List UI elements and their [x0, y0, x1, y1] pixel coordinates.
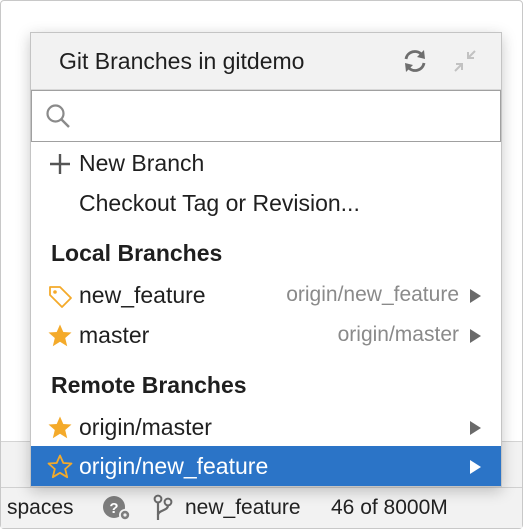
new-branch-label: New Branch	[79, 150, 205, 176]
inspection-profile-widget[interactable]: ?	[99, 488, 133, 528]
current-branch-label: new_feature	[185, 496, 301, 519]
tracking-branch-label: origin/new_feature	[286, 283, 459, 306]
submenu-arrow-icon	[470, 421, 481, 435]
svg-text:?: ?	[109, 500, 118, 517]
branch-search-box[interactable]	[31, 90, 501, 142]
collapse-icon[interactable]	[451, 47, 479, 75]
remote-branch-origin-master[interactable]: origin/master	[31, 407, 501, 447]
memory-label: 46 of 8000M	[331, 496, 448, 519]
branch-label: origin/new_feature	[79, 453, 269, 479]
star-filled-icon	[48, 416, 72, 439]
local-branches-heading: Local Branches	[51, 240, 223, 266]
star-outline-icon	[47, 454, 73, 479]
submenu-arrow-icon	[470, 289, 481, 303]
popup-title: Git Branches in gitdemo	[59, 48, 305, 74]
local-branch-master[interactable]: master origin/master	[31, 315, 501, 355]
search-input[interactable]	[80, 99, 484, 133]
remote-branch-origin-new-feature[interactable]: origin/new_feature	[31, 446, 501, 486]
status-bar: spaces ? new_feature 46 of 8000M	[1, 487, 522, 528]
popup-header: Git Branches in gitdemo	[31, 33, 501, 90]
indent-widget[interactable]: spaces	[7, 488, 74, 528]
remote-branches-heading: Remote Branches	[51, 372, 247, 398]
new-branch-action[interactable]: New Branch	[31, 143, 501, 183]
refresh-icon[interactable]	[401, 47, 429, 75]
inspection-icon: ?	[103, 496, 131, 521]
tag-icon	[49, 286, 72, 308]
branch-label: origin/master	[79, 414, 212, 440]
search-icon	[46, 104, 70, 128]
submenu-arrow-icon	[470, 460, 481, 474]
git-branches-popup: Git Branches in gitdemo New Branch Check…	[30, 32, 502, 487]
submenu-arrow-icon	[470, 329, 481, 343]
git-branch-icon	[153, 494, 173, 520]
plus-icon	[50, 154, 70, 174]
local-branch-new-feature[interactable]: new_feature origin/new_feature	[31, 275, 501, 315]
branch-label: new_feature	[79, 282, 206, 308]
checkout-tag-label: Checkout Tag or Revision...	[79, 190, 360, 216]
git-branch-widget[interactable]: new_feature	[151, 488, 301, 528]
star-filled-icon	[48, 324, 72, 347]
tracking-branch-label: origin/master	[337, 323, 459, 346]
branch-label: master	[79, 322, 150, 348]
memory-indicator[interactable]: 46 of 8000M	[331, 488, 448, 528]
checkout-tag-action[interactable]: Checkout Tag or Revision...	[31, 183, 501, 223]
indent-label: spaces	[7, 496, 74, 519]
